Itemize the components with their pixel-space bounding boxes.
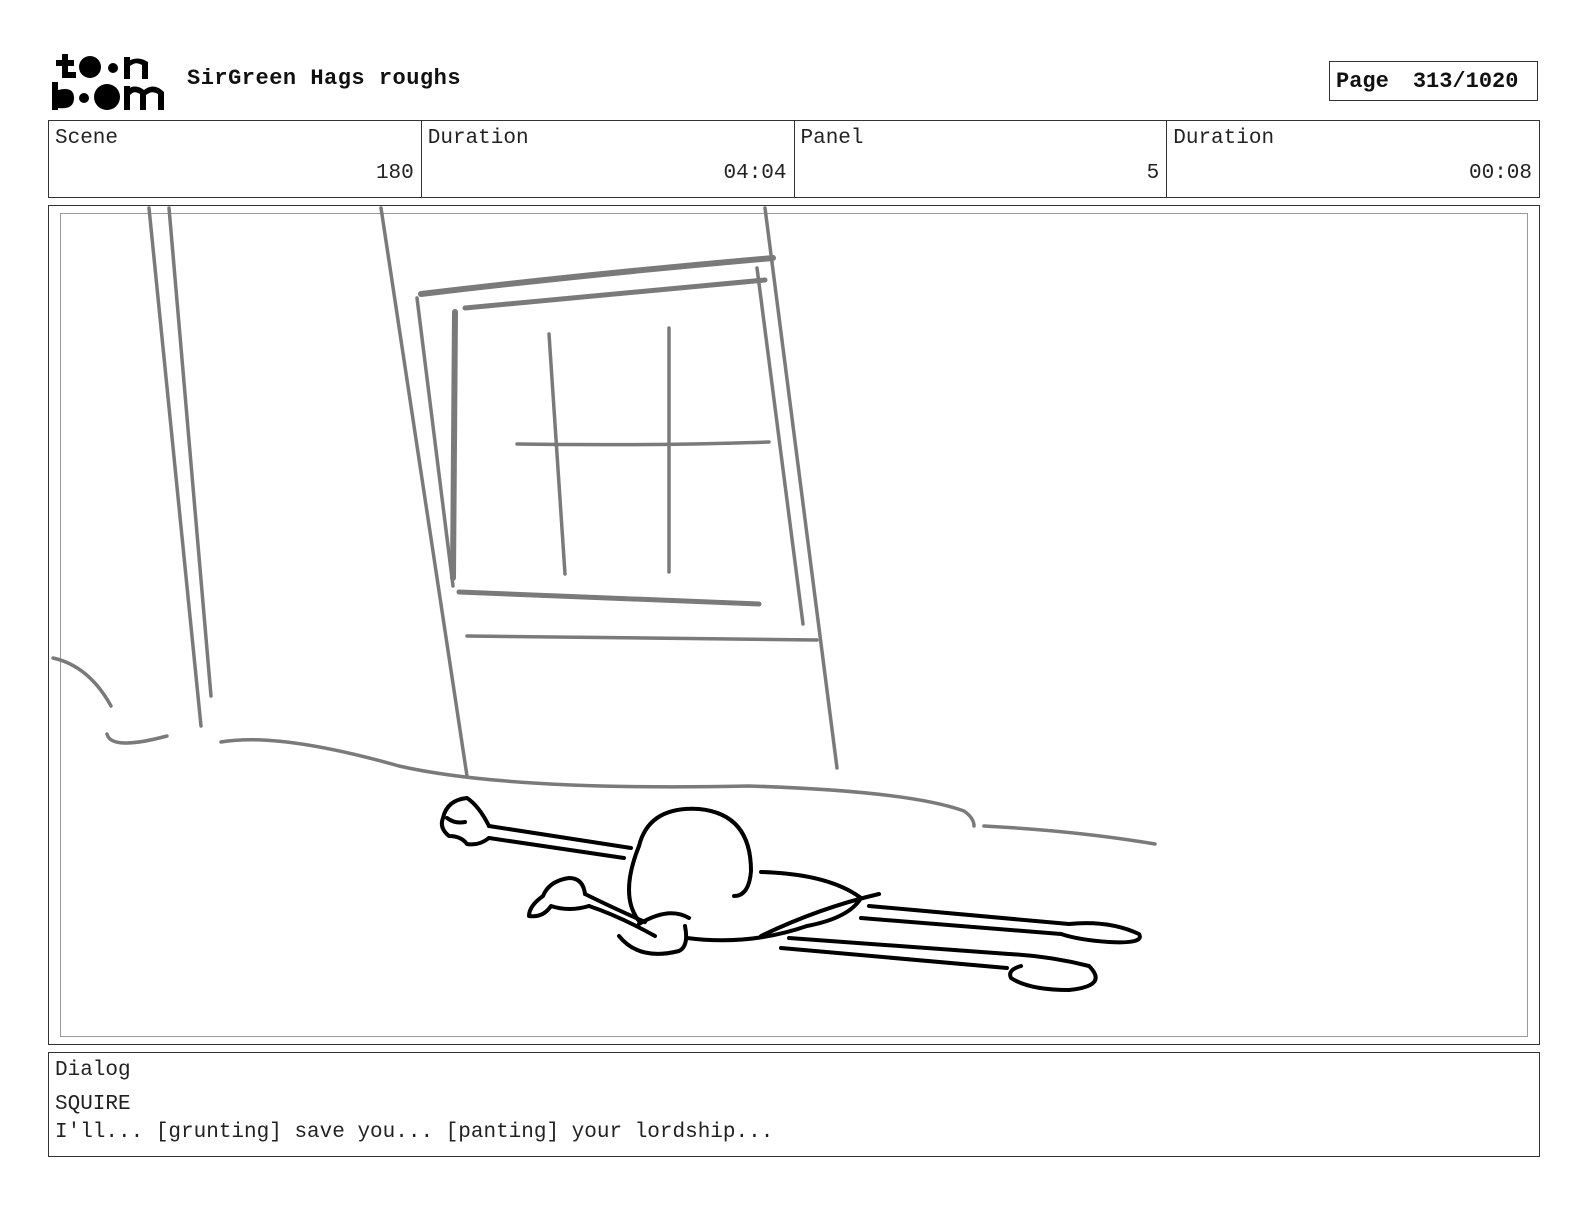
panel-duration-value: 00:08 [1468,162,1532,185]
page-number: 313/1020 [1412,68,1519,94]
project-title: SirGreen Hags roughs [187,66,462,91]
panel-sketch [51,206,1157,992]
scene-info-table: Scene 180 Duration 04:04 Panel 5 Duratio… [48,120,1540,198]
character-sketch [439,796,1142,992]
panel-cell: Panel 5 [793,121,1167,197]
scene-duration-value: 04:04 [723,162,787,185]
scene-duration-cell: Duration 04:04 [420,121,794,197]
scene-duration-label: Duration [427,127,529,150]
dialog-box: Dialog SQUIRE I'll... [grunting] save yo… [48,1052,1540,1157]
toon-boom-logo [52,54,164,110]
dialog-line: I'll... [grunting] save you... [panting]… [55,1121,774,1144]
panel-label: Panel [800,127,864,150]
scene-label: Scene [55,127,119,150]
scene-cell: Scene 180 [49,121,421,197]
panel-value: 5 [1146,162,1160,185]
dialog-label: Dialog [55,1059,131,1082]
panel-duration-cell: Duration 00:08 [1166,121,1539,197]
scene-value: 180 [375,162,414,185]
storyboard-panel [48,205,1540,1045]
background-sketch [51,206,1157,846]
dialog-speaker: SQUIRE [55,1093,131,1116]
panel-duration-label: Duration [1173,127,1275,150]
page-indicator: Page 313/1020 [1329,61,1538,101]
page-label: Page [1336,68,1389,94]
